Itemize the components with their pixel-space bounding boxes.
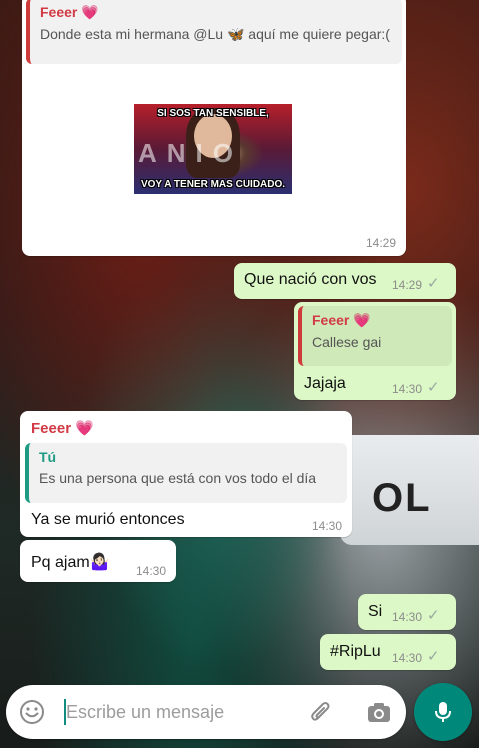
quoted-message[interactable]: Feeer 💗 Donde esta mi hermana @Lu 🦋 aquí… bbox=[26, 0, 402, 64]
message-time: 14:30 bbox=[392, 382, 423, 396]
message-time: 14:29 bbox=[392, 278, 423, 292]
message-bubble-incoming[interactable]: Feeer 💗 Tú Es una persona que está con v… bbox=[20, 411, 352, 537]
message-time: 14:30 bbox=[312, 519, 343, 533]
message-time: 14:30 bbox=[136, 564, 167, 578]
meme-image[interactable]: ANIO SI SOS TAN SENSIBLE, VOY A TENER MA… bbox=[134, 104, 292, 194]
message-text: Ya se murió entonces bbox=[31, 511, 185, 528]
message-time: 14:30 bbox=[392, 651, 423, 665]
quote-author: Feeer 💗 bbox=[40, 4, 99, 20]
quote-text: Donde esta mi hermana @Lu 🦋 aquí me quie… bbox=[40, 26, 390, 42]
message-bubble-incoming[interactable]: Pq ajam🤷🏻‍♀️ 14:30 bbox=[20, 540, 176, 582]
sender-name: Feeer 💗 bbox=[31, 420, 94, 437]
message-time: 14:30 bbox=[392, 610, 423, 624]
message-bubble-outgoing[interactable]: Si 14:30 ✓ bbox=[358, 594, 456, 630]
check-icon: ✓ bbox=[427, 275, 440, 292]
microphone-icon bbox=[414, 683, 472, 741]
message-input-bar[interactable]: Escribe un mensaje bbox=[6, 685, 406, 739]
meme-bottom-caption: VOY A TENER MAS CUIDADO. bbox=[140, 179, 286, 190]
message-text: Jajaja bbox=[304, 375, 346, 392]
podium-text: OL bbox=[372, 476, 432, 520]
message-text: Si bbox=[368, 603, 383, 620]
message-bubble-outgoing[interactable]: #RipLu 14:30 ✓ bbox=[320, 634, 456, 670]
camera-icon[interactable] bbox=[364, 698, 394, 728]
quote-text: Es una persona que está con vos todo el … bbox=[39, 470, 317, 486]
message-text: #RipLu bbox=[330, 643, 381, 660]
message-bubble-outgoing[interactable]: Feeer 💗 Callese gai Jajaja 14:30 ✓ bbox=[294, 302, 456, 400]
quote-text: Callese gai bbox=[312, 334, 382, 350]
quoted-message[interactable]: Feeer 💗 Callese gai bbox=[298, 306, 452, 366]
check-icon: ✓ bbox=[427, 648, 440, 665]
meme-top-caption: SI SOS TAN SENSIBLE, bbox=[157, 108, 269, 119]
message-bubble-outgoing[interactable]: Que nació con vos 14:29 ✓ bbox=[234, 263, 456, 299]
quote-author: Tú bbox=[39, 449, 57, 465]
check-icon: ✓ bbox=[427, 607, 440, 624]
check-icon: ✓ bbox=[427, 379, 440, 396]
message-text: Pq ajam🤷🏻‍♀️ bbox=[31, 554, 110, 571]
message-time: 14:29 bbox=[365, 236, 396, 250]
message-input[interactable]: Escribe un mensaje bbox=[66, 702, 224, 723]
emoji-icon[interactable] bbox=[18, 698, 46, 726]
paperclip-icon[interactable] bbox=[306, 698, 336, 728]
quoted-message[interactable]: Tú Es una persona que está con vos todo … bbox=[25, 443, 347, 503]
microphone-button[interactable] bbox=[414, 683, 472, 741]
message-text: Que nació con vos bbox=[244, 271, 377, 288]
quote-author: Feeer 💗 bbox=[312, 312, 371, 328]
meme-background-letters: ANIO bbox=[138, 138, 243, 168]
